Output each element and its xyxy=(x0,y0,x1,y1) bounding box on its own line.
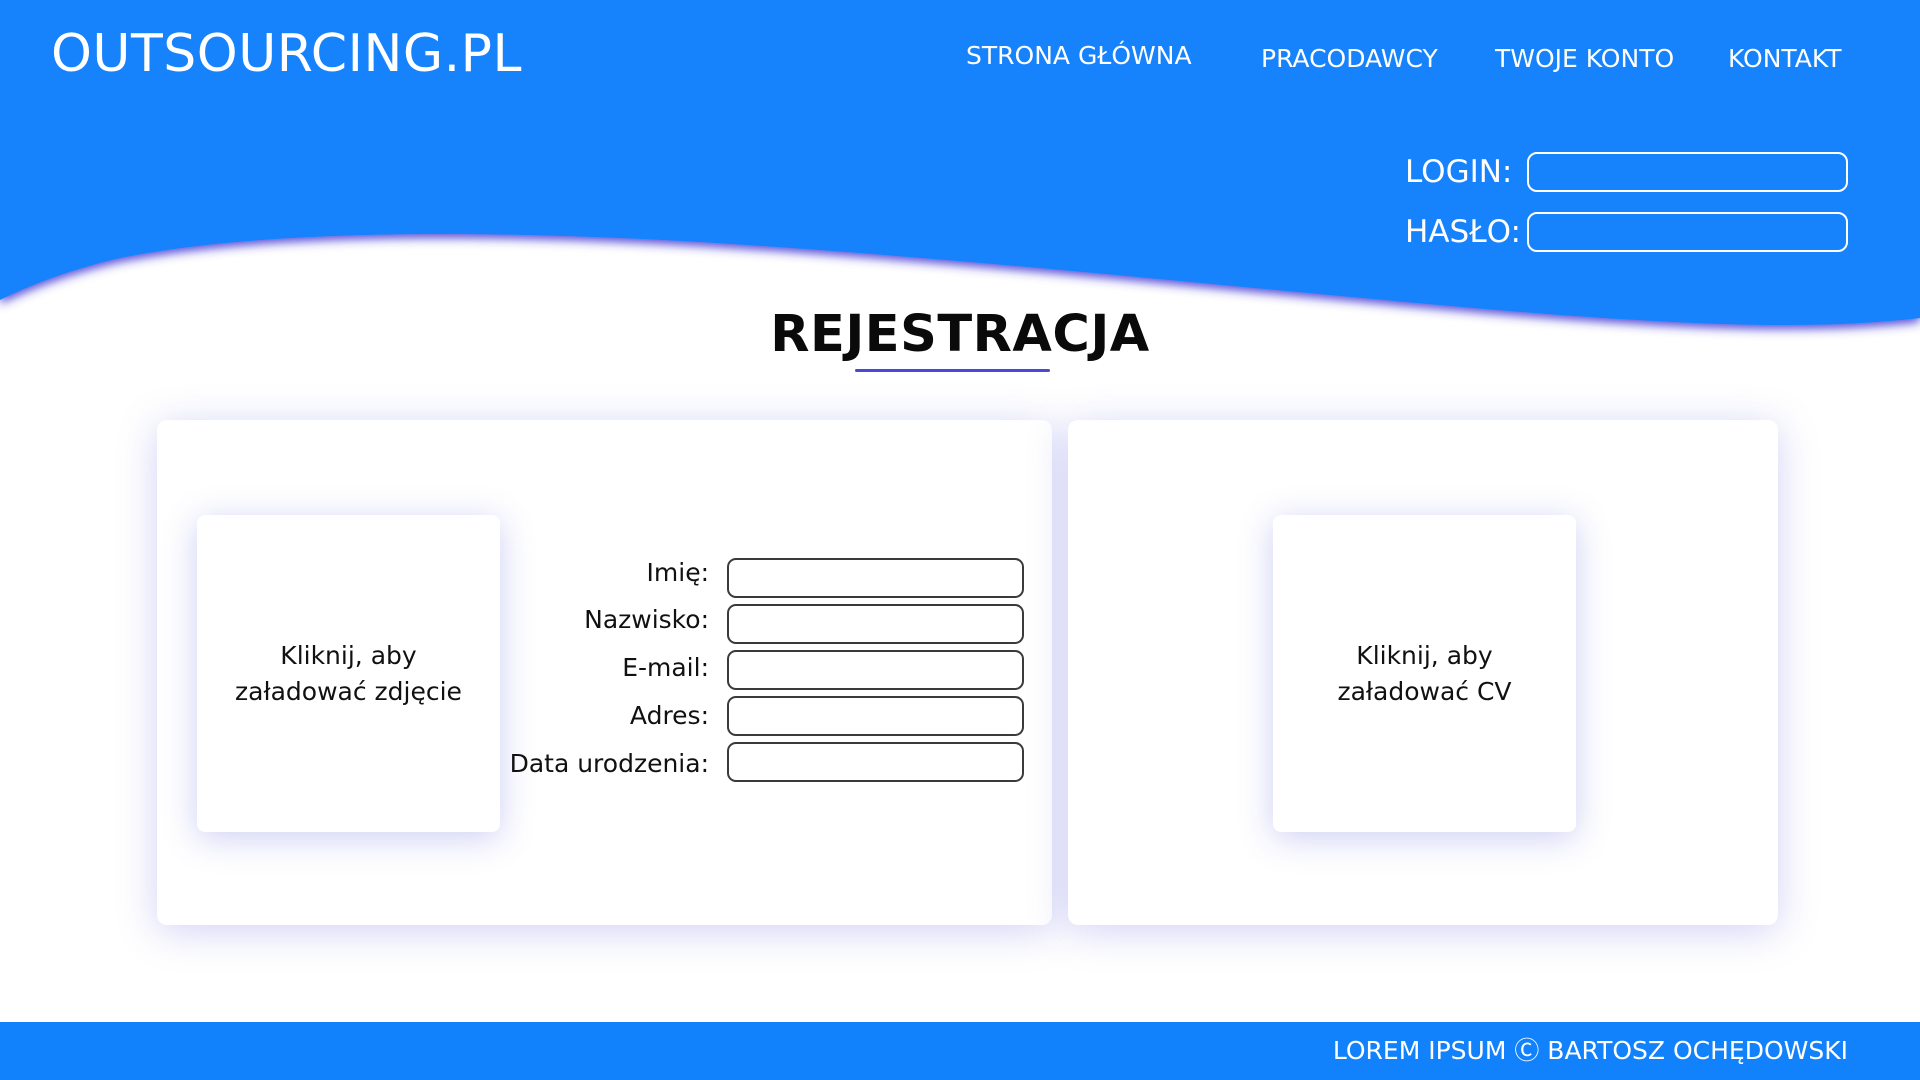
footer: LOREM IPSUM Ⓒ BARTOSZ OCHĘDOWSKI xyxy=(0,1022,1920,1080)
footer-copyright: LOREM IPSUM Ⓒ BARTOSZ OCHĘDOWSKI xyxy=(1332,1036,1848,1065)
last-name-label: Nazwisko: xyxy=(584,605,709,634)
page-title: REJESTRACJA xyxy=(770,305,1150,364)
nav-home[interactable]: STRONA GŁÓWNA xyxy=(966,41,1192,71)
email-input[interactable] xyxy=(727,650,1024,690)
password-label: HASŁO: xyxy=(1405,214,1521,250)
site-logo[interactable]: OUTSOURCING.PL xyxy=(51,22,522,86)
personal-data-card: Kliknij, aby załadować zdjęcie Imię: Naz… xyxy=(157,420,1052,925)
first-name-label: Imię: xyxy=(646,558,709,587)
nav-my-account[interactable]: TWOJE KONTO xyxy=(1495,44,1674,74)
address-input[interactable] xyxy=(727,696,1024,736)
last-name-input[interactable] xyxy=(727,604,1024,644)
photo-upload-button[interactable]: Kliknij, aby załadować zdjęcie xyxy=(197,515,500,832)
login-label: LOGIN: xyxy=(1405,154,1513,190)
cv-card: Kliknij, aby załadować CV xyxy=(1068,420,1778,925)
nav-contact[interactable]: KONTAKT xyxy=(1728,44,1842,74)
birth-date-label: Data urodzenia: xyxy=(509,749,709,778)
password-input[interactable] xyxy=(1527,212,1848,252)
login-input[interactable] xyxy=(1527,152,1848,192)
title-underline xyxy=(855,369,1050,372)
address-label: Adres: xyxy=(629,701,709,730)
birth-date-input[interactable] xyxy=(727,742,1024,782)
cv-upload-button[interactable]: Kliknij, aby załadować CV xyxy=(1273,515,1576,832)
first-name-input[interactable] xyxy=(727,558,1024,598)
nav-employers[interactable]: PRACODAWCY xyxy=(1261,44,1438,74)
email-label: E-mail: xyxy=(622,653,709,682)
